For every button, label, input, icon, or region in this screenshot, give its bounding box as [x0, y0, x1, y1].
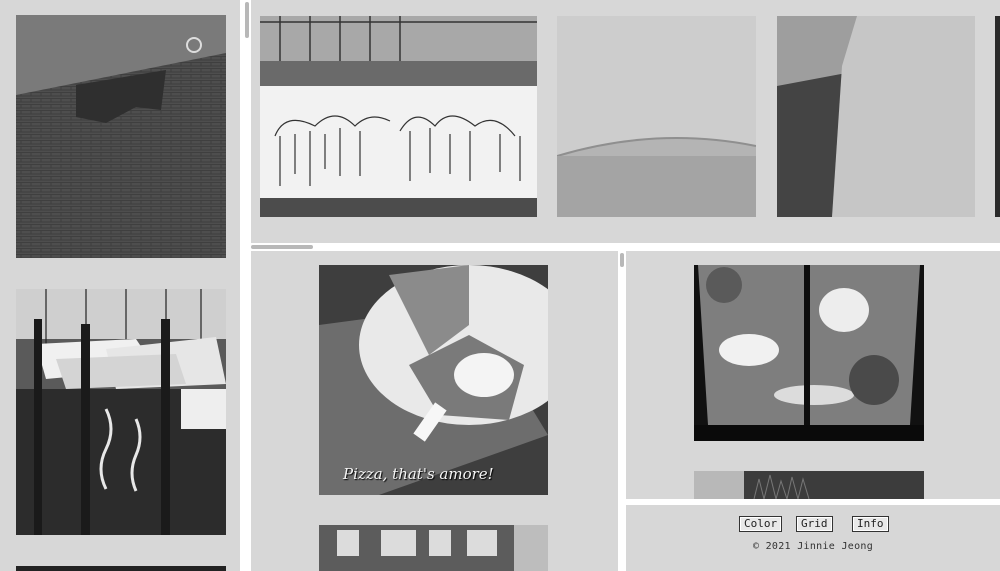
grass-photo[interactable]: [694, 471, 924, 499]
left-column-scrollbar[interactable]: [245, 2, 249, 38]
middle-column-scrollbar[interactable]: [620, 253, 624, 267]
curtain-photo[interactable]: [557, 16, 756, 217]
marina-photo[interactable]: [16, 289, 226, 535]
top-row-scrollbar[interactable]: [251, 245, 313, 249]
building-photo[interactable]: [319, 525, 548, 571]
copyright-text: © 2021 Jinnie Jeong: [752, 541, 874, 552]
partial-photo-bottom[interactable]: [16, 566, 226, 571]
partial-photo-right[interactable]: [995, 16, 1000, 217]
footer-panel: [626, 505, 1000, 571]
grid-button[interactable]: Grid: [796, 516, 833, 532]
pizza-caption: Pizza, that's amore!: [343, 465, 494, 483]
info-button[interactable]: Info: [852, 516, 889, 532]
window-photo[interactable]: [694, 265, 924, 441]
right-column-panel[interactable]: [626, 251, 1000, 499]
middle-column-panel[interactable]: Pizza, that's amore!: [251, 251, 618, 571]
pizza-photo[interactable]: Pizza, that's amore!: [319, 265, 548, 495]
top-row-panel[interactable]: [251, 0, 1000, 243]
left-column-panel[interactable]: [0, 0, 240, 571]
wall-photo[interactable]: [16, 15, 226, 258]
color-button[interactable]: Color: [739, 516, 783, 532]
shadow-wall-photo[interactable]: [777, 16, 975, 217]
graffiti-photo[interactable]: [260, 16, 537, 217]
